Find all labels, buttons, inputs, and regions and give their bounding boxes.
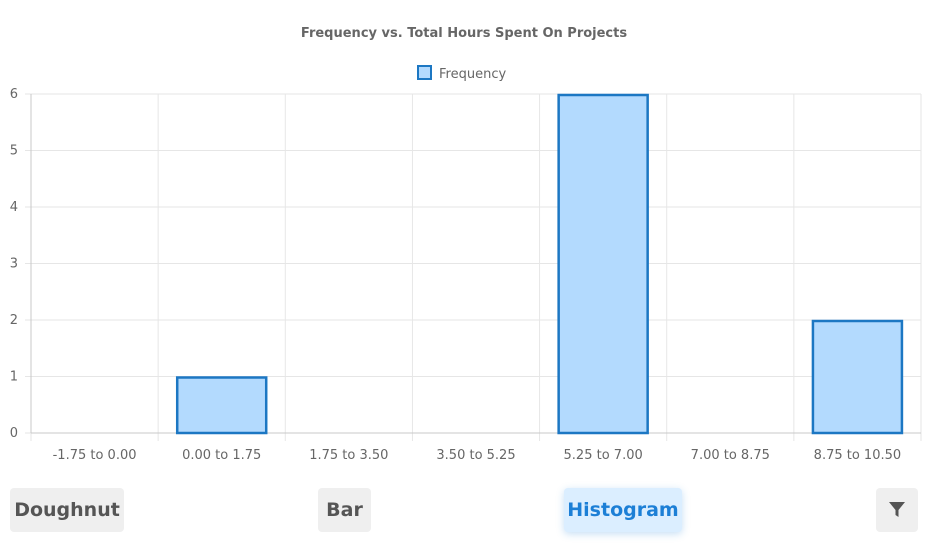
legend[interactable]: Frequency bbox=[417, 65, 506, 82]
x-tick-label: 5.25 to 7.00 bbox=[564, 448, 643, 463]
legend-swatch bbox=[417, 65, 432, 80]
grid bbox=[30, 93, 922, 441]
y-tick-label: 1 bbox=[10, 370, 18, 385]
doughnut-button[interactable]: Doughnut bbox=[10, 488, 124, 532]
y-tick-label: 2 bbox=[10, 313, 18, 328]
y-tick-label: 4 bbox=[10, 200, 18, 215]
x-tick-labels: -1.75 to 0.00 0.00 to 1.75 1.75 to 3.50 3.5… bbox=[53, 448, 902, 463]
legend-label: Frequency bbox=[439, 67, 506, 82]
x-tick-label: 3.50 to 5.25 bbox=[436, 448, 515, 463]
filter-icon bbox=[889, 502, 905, 517]
y-tick-label: 6 bbox=[10, 87, 18, 102]
bar-button[interactable]: Bar bbox=[318, 488, 371, 532]
x-tick-label: 1.75 to 3.50 bbox=[309, 448, 388, 463]
x-tick-label: 8.75 to 10.50 bbox=[814, 448, 901, 463]
bar-0.00 to 1.75[interactable] bbox=[175, 376, 268, 435]
x-tick-label: 0.00 to 1.75 bbox=[182, 448, 261, 463]
x-tick-label: 7.00 to 8.75 bbox=[691, 448, 770, 463]
y-tick-label: 3 bbox=[10, 257, 18, 272]
histogram-chart: Frequency vs. Total Hours Spent On Proje… bbox=[10, 26, 922, 463]
y-tick-label: 0 bbox=[10, 426, 18, 441]
y-tick-label: 5 bbox=[10, 144, 18, 159]
bar-8.75 to 10.50[interactable] bbox=[811, 319, 904, 435]
x-tick-label: -1.75 to 0.00 bbox=[53, 448, 137, 463]
y-tick-labels: 0 1 2 3 4 5 6 bbox=[10, 87, 18, 441]
bar-5.25 to 7.00[interactable] bbox=[557, 93, 649, 435]
histogram-button[interactable]: Histogram bbox=[564, 488, 682, 532]
filter-button[interactable] bbox=[876, 488, 918, 532]
chart-title: Frequency vs. Total Hours Spent On Proje… bbox=[301, 26, 627, 41]
